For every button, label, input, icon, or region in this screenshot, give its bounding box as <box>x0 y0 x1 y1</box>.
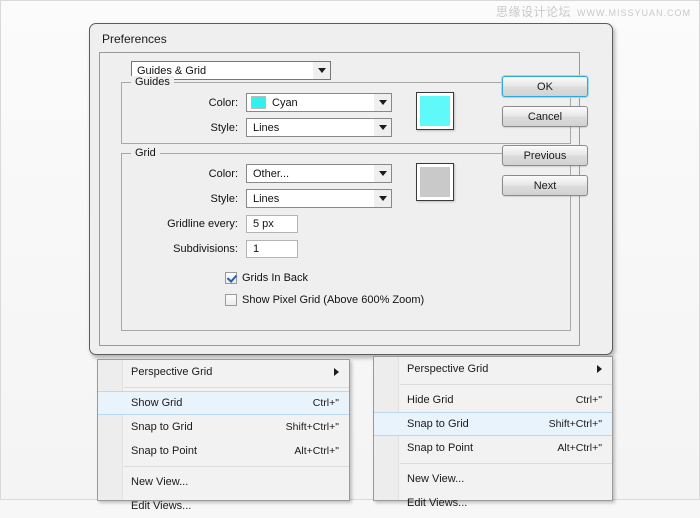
next-button[interactable]: Next <box>502 175 588 196</box>
ok-button[interactable]: OK <box>502 76 588 97</box>
previous-button[interactable]: Previous <box>502 145 588 166</box>
menu-separator <box>400 384 612 385</box>
chevron-down-icon[interactable] <box>374 94 391 111</box>
gridline-every-label: Gridline every: <box>138 218 238 230</box>
menu-item[interactable]: Snap to Grid Shift+Ctrl+" <box>98 415 349 439</box>
menu-item[interactable]: Snap to Grid Shift+Ctrl+" <box>374 412 612 436</box>
menu-item-shortcut: Ctrl+" <box>313 397 339 409</box>
context-menu-right[interactable]: Perspective Grid Hide Grid Ctrl+" Snap to G… <box>373 356 613 501</box>
subdivisions-row: Subdivisions: 1 <box>138 240 298 258</box>
menu-item[interactable]: Hide Grid Ctrl+" <box>374 388 612 412</box>
guides-style-label: Style: <box>194 122 238 134</box>
guides-style-value: Lines <box>247 122 374 134</box>
guides-style-dropdown[interactable]: Lines <box>246 118 392 137</box>
menu-item-shortcut: Shift+Ctrl+" <box>549 418 602 430</box>
context-menu-left[interactable]: Perspective Grid Show Grid Ctrl+" Snap to G… <box>97 359 350 501</box>
menu-item-label: New View... <box>131 476 339 488</box>
category-dropdown-value: Guides & Grid <box>132 65 313 77</box>
guides-style-row: Style: Lines <box>194 118 392 137</box>
guides-color-row: Color: Cyan <box>194 93 392 112</box>
guides-color-label: Color: <box>194 97 238 109</box>
watermark-cn: 思缘设计论坛 <box>496 3 571 20</box>
submenu-arrow-icon <box>597 365 602 373</box>
menu-item-label: Snap to Point <box>407 442 539 454</box>
grid-style-dropdown[interactable]: Lines <box>246 189 392 208</box>
menu-item[interactable]: Edit Views... <box>374 491 612 515</box>
cancel-button[interactable]: Cancel <box>502 106 588 127</box>
menu-item-label: Perspective Grid <box>131 366 334 378</box>
grid-style-row: Style: Lines <box>194 189 392 208</box>
chevron-down-icon[interactable] <box>374 119 391 136</box>
menu-item[interactable]: Show Grid Ctrl+" <box>98 391 349 415</box>
menu-item[interactable]: New View... <box>98 470 349 494</box>
menu-item-label: Show Grid <box>131 397 295 409</box>
menu-item-label: New View... <box>407 473 602 485</box>
guides-color-dropdown[interactable]: Cyan <box>246 93 392 112</box>
menu-item[interactable]: Perspective Grid <box>98 360 349 384</box>
menu-item-shortcut: Ctrl+" <box>576 394 602 406</box>
menu-items-right: Perspective Grid Hide Grid Ctrl+" Snap to G… <box>374 357 612 515</box>
dialog-title: Preferences <box>102 32 167 46</box>
menu-item-shortcut: Alt+Ctrl+" <box>557 442 602 454</box>
show-pixel-grid-label: Show Pixel Grid (Above 600% Zoom) <box>242 294 424 306</box>
guides-color-preview[interactable] <box>416 92 454 130</box>
grids-in-back-checkbox[interactable] <box>225 272 237 284</box>
menu-item-label: Perspective Grid <box>407 363 597 375</box>
chevron-down-icon[interactable] <box>374 190 391 207</box>
gridline-every-row: Gridline every: 5 px <box>138 215 298 233</box>
grid-color-dropdown[interactable]: Other... <box>246 164 392 183</box>
chevron-down-icon[interactable] <box>374 165 391 182</box>
grid-color-value: Other... <box>247 168 374 180</box>
menu-item-label: Snap to Point <box>131 445 276 457</box>
preferences-dialog: Preferences Guides & Grid Guides Color: … <box>89 23 613 355</box>
grids-in-back-checkbox-row[interactable]: Grids In Back <box>225 272 308 284</box>
submenu-arrow-icon <box>334 368 339 376</box>
menu-item-label: Edit Views... <box>407 497 602 509</box>
grid-color-row: Color: Other... <box>194 164 392 183</box>
page-background: 思缘设计论坛 WWW.MISSYUAN.COM Preferences Guid… <box>0 0 700 500</box>
grids-in-back-label: Grids In Back <box>242 272 308 284</box>
subdivisions-input[interactable]: 1 <box>246 240 298 258</box>
watermark: 思缘设计论坛 WWW.MISSYUAN.COM <box>496 3 691 20</box>
grid-group-legend: Grid <box>131 147 160 159</box>
menu-item-shortcut: Shift+Ctrl+" <box>286 421 339 433</box>
show-pixel-grid-checkbox-row[interactable]: Show Pixel Grid (Above 600% Zoom) <box>225 294 424 306</box>
menu-items-left: Perspective Grid Show Grid Ctrl+" Snap to G… <box>98 360 349 518</box>
menu-item-shortcut: Alt+Ctrl+" <box>294 445 339 457</box>
menu-item-label: Snap to Grid <box>407 418 531 430</box>
menu-separator <box>400 463 612 464</box>
menu-separator <box>124 466 349 467</box>
chevron-down-icon[interactable] <box>313 62 330 79</box>
menu-item[interactable]: Perspective Grid <box>374 357 612 381</box>
menu-separator <box>124 387 349 388</box>
subdivisions-label: Subdivisions: <box>138 243 238 255</box>
menu-item[interactable]: Edit Views... <box>98 494 349 518</box>
show-pixel-grid-checkbox[interactable] <box>225 294 237 306</box>
watermark-en: WWW.MISSYUAN.COM <box>577 8 691 18</box>
guides-color-swatch-icon <box>251 96 266 109</box>
menu-item[interactable]: Snap to Point Alt+Ctrl+" <box>98 439 349 463</box>
grid-style-label: Style: <box>194 193 238 205</box>
grid-color-preview-fill <box>420 167 450 197</box>
grid-color-preview[interactable] <box>416 163 454 201</box>
grid-color-label: Color: <box>194 168 238 180</box>
guides-color-preview-fill <box>420 96 450 126</box>
menu-item[interactable]: New View... <box>374 467 612 491</box>
menu-item-label: Edit Views... <box>131 500 339 512</box>
guides-group-legend: Guides <box>131 76 174 88</box>
guides-color-value: Cyan <box>266 97 374 109</box>
gridline-every-input[interactable]: 5 px <box>246 215 298 233</box>
menu-item[interactable]: Snap to Point Alt+Ctrl+" <box>374 436 612 460</box>
menu-item-label: Hide Grid <box>407 394 558 406</box>
grid-style-value: Lines <box>247 193 374 205</box>
menu-item-label: Snap to Grid <box>131 421 268 433</box>
